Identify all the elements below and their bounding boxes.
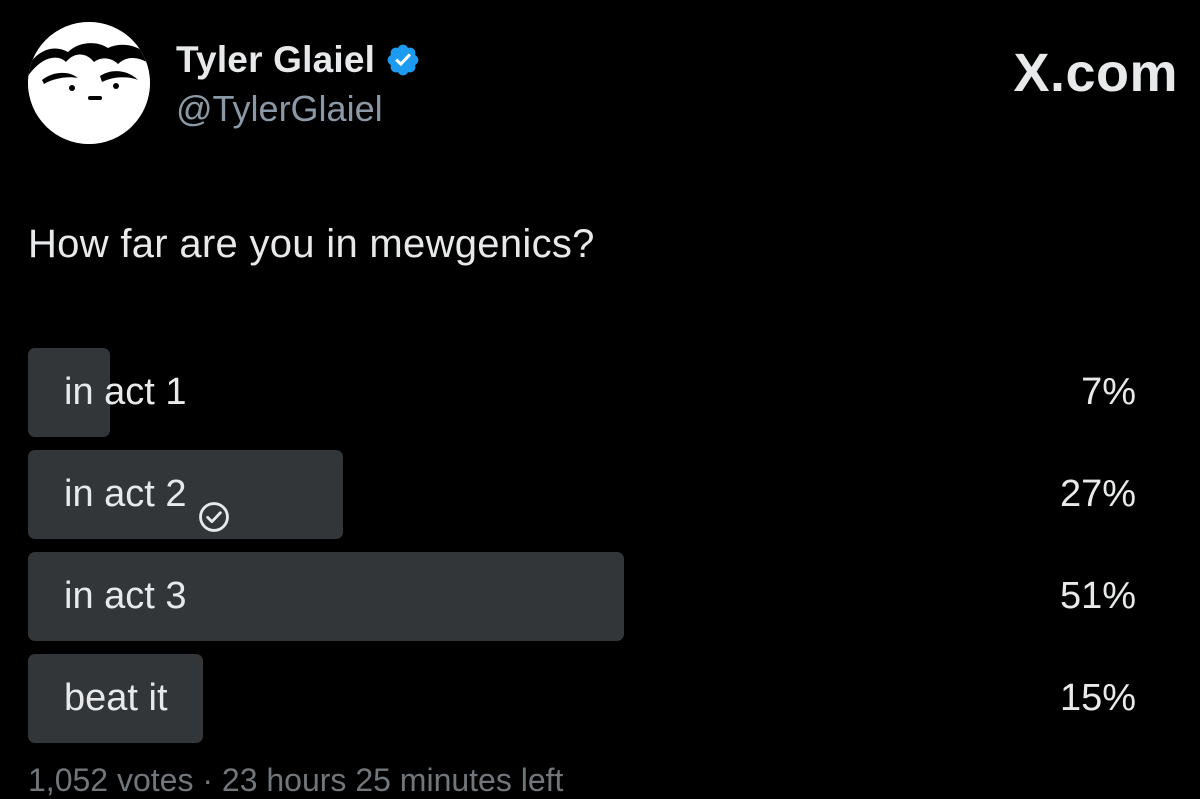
poll-option-percent: 15% [1059, 677, 1136, 719]
poll-option-label: beat it [64, 654, 168, 743]
poll-option-percent: 27% [1059, 473, 1136, 515]
voted-check-icon [197, 478, 231, 532]
site-logo-label: X.com [1013, 43, 1178, 103]
poll-option[interactable]: in act 2 27% [28, 450, 1138, 539]
cartoon-face-icon [28, 22, 150, 144]
poll-option-percent: 7% [1081, 371, 1136, 413]
poll-option[interactable]: in act 3 51% [28, 552, 1138, 641]
poll-option-text: in act 2 [64, 473, 187, 515]
post-text: How far are you in mewgenics? [28, 222, 595, 266]
poll-option[interactable]: in act 1 7% [28, 348, 1138, 437]
verified-badge-icon [385, 42, 421, 78]
author-info: Tyler Glaiel @TylerGlaiel [176, 38, 421, 130]
poll-option-text: beat it [64, 677, 168, 719]
avatar[interactable] [28, 22, 150, 144]
display-name-row: Tyler Glaiel [176, 38, 421, 82]
poll-option-text: in act 1 [64, 371, 187, 413]
author-display-name[interactable]: Tyler Glaiel [176, 39, 375, 81]
poll-option-label: in act 2 [64, 450, 231, 539]
poll-option-label: in act 3 [64, 552, 187, 641]
poll-option-text: in act 3 [64, 575, 187, 617]
poll-footer: 1,052 votes · 23 hours 25 minutes left [28, 762, 564, 798]
author-handle[interactable]: @TylerGlaiel [176, 88, 421, 130]
poll-option-label: in act 1 [64, 348, 187, 437]
poll-option-percent: 51% [1059, 575, 1136, 617]
poll: in act 1 7% in act 2 27% in act 3 51% beat it 1… [28, 348, 1138, 756]
post-header: Tyler Glaiel @TylerGlaiel X.com [28, 22, 1178, 152]
poll-option[interactable]: beat it 15% [28, 654, 1138, 743]
